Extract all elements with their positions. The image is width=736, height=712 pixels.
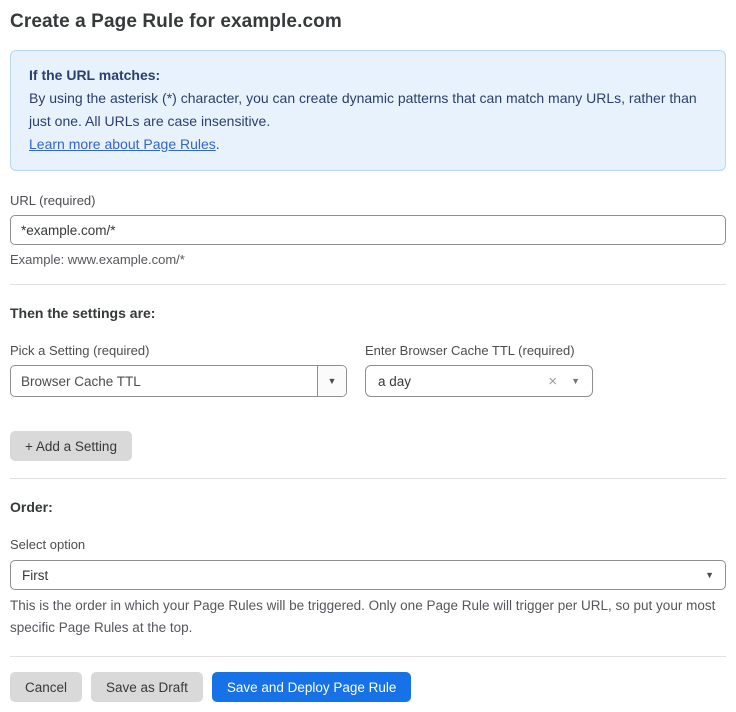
order-select[interactable]: First ▼: [10, 560, 726, 590]
pick-setting-value: Browser Cache TTL: [11, 366, 317, 396]
footer-actions: Cancel Save as Draft Save and Deploy Pag…: [10, 672, 726, 702]
save-and-deploy-button[interactable]: Save and Deploy Page Rule: [212, 672, 412, 702]
pick-setting-column: Pick a Setting (required) Browser Cache …: [10, 321, 347, 397]
info-box-body: By using the asterisk (*) character, you…: [29, 87, 707, 133]
divider: [10, 656, 726, 657]
order-select-label: Select option: [10, 537, 726, 552]
create-page-rule-form: Create a Page Rule for example.com If th…: [0, 0, 736, 712]
order-help-text: This is the order in which your Page Rul…: [10, 595, 726, 639]
chevron-down-icon[interactable]: ▼: [571, 377, 580, 386]
ttl-label: Enter Browser Cache TTL (required): [365, 343, 593, 358]
url-match-info-box: If the URL matches: By using the asteris…: [10, 50, 726, 171]
settings-section-heading: Then the settings are:: [10, 305, 726, 321]
add-setting-button[interactable]: + Add a Setting: [10, 431, 132, 461]
url-field-label: URL (required): [10, 193, 726, 208]
learn-more-link[interactable]: Learn more about Page Rules: [29, 136, 216, 152]
chevron-down-icon: ▼: [328, 377, 337, 386]
divider: [10, 478, 726, 479]
divider: [10, 284, 726, 285]
page-title: Create a Page Rule for example.com: [10, 8, 726, 33]
close-icon[interactable]: ×: [548, 373, 557, 390]
settings-row: Pick a Setting (required) Browser Cache …: [10, 321, 726, 397]
pick-setting-label: Pick a Setting (required): [10, 343, 347, 358]
ttl-combo-box[interactable]: a day × ▼: [365, 365, 593, 397]
link-period: .: [216, 136, 220, 152]
cancel-button[interactable]: Cancel: [10, 672, 82, 702]
info-box-heading: If the URL matches:: [29, 64, 707, 87]
chevron-down-icon: ▼: [705, 571, 714, 580]
pick-setting-select[interactable]: Browser Cache TTL ▼: [10, 365, 347, 397]
info-box-link-line: Learn more about Page Rules.: [29, 133, 707, 156]
pick-setting-dropdown-button[interactable]: ▼: [317, 366, 346, 396]
save-as-draft-button[interactable]: Save as Draft: [91, 672, 203, 702]
order-select-value: First: [22, 568, 705, 583]
url-example-helper: Example: www.example.com/*: [10, 252, 726, 267]
ttl-value: a day: [378, 374, 548, 389]
order-section-heading: Order:: [10, 499, 726, 515]
url-input[interactable]: [10, 215, 726, 245]
ttl-column: Enter Browser Cache TTL (required) a day…: [365, 321, 593, 397]
